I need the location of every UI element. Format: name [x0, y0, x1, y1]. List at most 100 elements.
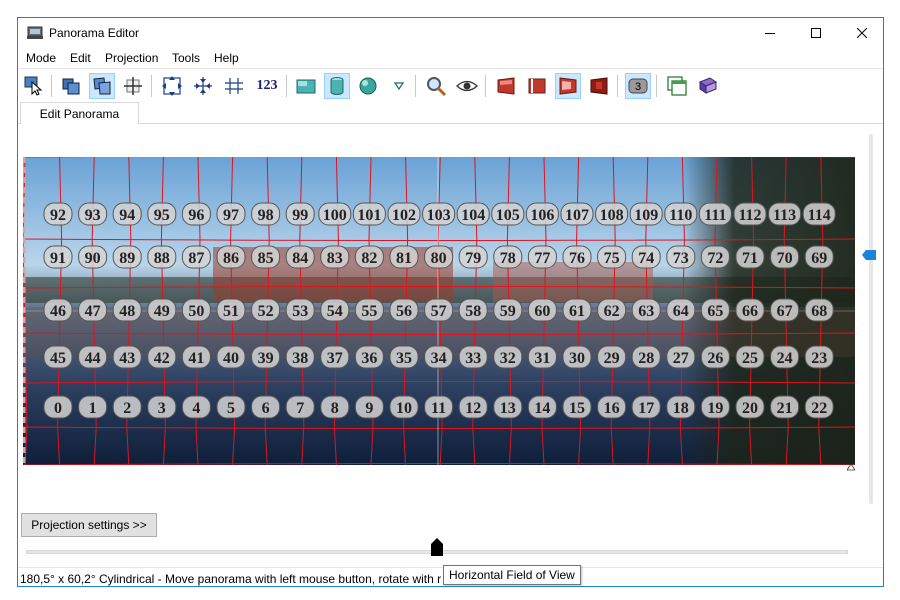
tile-number-badge[interactable]: 56: [389, 298, 419, 322]
tile-number-badge[interactable]: 8: [320, 395, 350, 419]
tile-number-badge[interactable]: 77: [527, 245, 557, 269]
tile-number-badge[interactable]: 39: [251, 345, 281, 369]
tile-number-badge[interactable]: 46: [43, 298, 73, 322]
tile-number-badge[interactable]: 84: [285, 245, 315, 269]
tile-number-badge[interactable]: 51: [216, 298, 246, 322]
tile-number-badge[interactable]: 65: [700, 298, 730, 322]
overlap-count-button[interactable]: 3: [625, 73, 651, 99]
crosshair-tool-button[interactable]: [120, 73, 146, 99]
spherical-projection-button[interactable]: [355, 73, 381, 99]
tile-number-badge[interactable]: 97: [216, 202, 246, 226]
tile-number-badge[interactable]: 32: [493, 345, 523, 369]
tile-number-badge[interactable]: 99: [285, 202, 315, 226]
tile-number-badge[interactable]: 3: [147, 395, 177, 419]
tab-edit-panorama[interactable]: Edit Panorama: [20, 102, 139, 125]
tile-number-badge[interactable]: 105: [491, 202, 525, 226]
tile-number-badge[interactable]: 113: [768, 202, 802, 226]
tile-number-badge[interactable]: 66: [735, 298, 765, 322]
tile-number-badge[interactable]: 82: [354, 245, 384, 269]
tile-number-badge[interactable]: 12: [458, 395, 488, 419]
tile-number-badge[interactable]: 43: [112, 345, 142, 369]
fit-button[interactable]: [159, 73, 185, 99]
fov-slider-thumb[interactable]: [431, 538, 443, 556]
tile-number-badge[interactable]: 108: [595, 202, 629, 226]
tile-number-badge[interactable]: 110: [664, 202, 698, 226]
tile-number-badge[interactable]: 68: [804, 298, 834, 322]
tile-number-badge[interactable]: 87: [181, 245, 211, 269]
tile-number-badge[interactable]: 81: [389, 245, 419, 269]
tile-number-badge[interactable]: 47: [78, 298, 108, 322]
maximize-button[interactable]: [793, 18, 839, 48]
show-numbers-button[interactable]: 123: [252, 73, 282, 99]
tile-number-badge[interactable]: 40: [216, 345, 246, 369]
tile-number-badge[interactable]: 91: [43, 245, 73, 269]
window-button[interactable]: [664, 73, 690, 99]
center-button[interactable]: [190, 73, 216, 99]
tile-number-badge[interactable]: 25: [735, 345, 765, 369]
tile-number-badge[interactable]: 9: [354, 395, 384, 419]
tile-number-badge[interactable]: 103: [422, 202, 456, 226]
tile-number-badge[interactable]: 41: [181, 345, 211, 369]
menu-tools[interactable]: Tools: [172, 51, 200, 65]
tile-number-badge[interactable]: 37: [320, 345, 350, 369]
menu-edit[interactable]: Edit: [70, 51, 91, 65]
tile-number-badge[interactable]: 63: [631, 298, 661, 322]
tile-number-badge[interactable]: 17: [631, 395, 661, 419]
minimize-button[interactable]: [747, 18, 793, 48]
tile-number-badge[interactable]: 23: [804, 345, 834, 369]
projection-settings-button[interactable]: Projection settings >>: [21, 513, 157, 537]
frame-button-3[interactable]: [555, 73, 581, 99]
tile-number-badge[interactable]: 69: [804, 245, 834, 269]
preview-button[interactable]: [454, 73, 480, 99]
rectilinear-projection-button[interactable]: [293, 73, 319, 99]
tile-number-badge[interactable]: 33: [458, 345, 488, 369]
tile-number-badge[interactable]: 73: [666, 245, 696, 269]
tile-number-badge[interactable]: 89: [112, 245, 142, 269]
cylindrical-projection-button[interactable]: [324, 73, 350, 99]
tile-number-badge[interactable]: 44: [78, 345, 108, 369]
frame-button-1[interactable]: [493, 73, 519, 99]
tile-number-badge[interactable]: 49: [147, 298, 177, 322]
tile-number-badge[interactable]: 18: [666, 395, 696, 419]
tile-number-badge[interactable]: 76: [562, 245, 592, 269]
tile-number-badge[interactable]: 22: [804, 395, 834, 419]
tile-number-badge[interactable]: 95: [147, 202, 177, 226]
tile-number-badge[interactable]: 78: [493, 245, 523, 269]
tile-number-badge[interactable]: 10: [389, 395, 419, 419]
tile-number-badge[interactable]: 13: [493, 395, 523, 419]
tile-number-badge[interactable]: 59: [493, 298, 523, 322]
book-button[interactable]: [695, 73, 721, 99]
menu-mode[interactable]: Mode: [26, 51, 56, 65]
tile-number-badge[interactable]: 35: [389, 345, 419, 369]
tile-number-badge[interactable]: 74: [631, 245, 661, 269]
frame-button-4[interactable]: [586, 73, 612, 99]
tile-number-badge[interactable]: 16: [597, 395, 627, 419]
tile-number-badge[interactable]: 106: [525, 202, 559, 226]
tile-number-badge[interactable]: 15: [562, 395, 592, 419]
tile-number-badge[interactable]: 88: [147, 245, 177, 269]
straighten-button[interactable]: [221, 73, 247, 99]
projection-dropdown-button[interactable]: [386, 73, 412, 99]
tile-number-badge[interactable]: 71: [735, 245, 765, 269]
tile-number-badge[interactable]: 107: [560, 202, 594, 226]
tile-number-badge[interactable]: 14: [527, 395, 557, 419]
tile-number-badge[interactable]: 20: [735, 395, 765, 419]
images-tool-button[interactable]: [58, 73, 84, 99]
tile-number-badge[interactable]: 94: [112, 202, 142, 226]
tile-number-badge[interactable]: 92: [43, 202, 73, 226]
tile-number-badge[interactable]: 102: [387, 202, 421, 226]
tile-number-badge[interactable]: 75: [597, 245, 627, 269]
tile-number-badge[interactable]: 5: [216, 395, 246, 419]
tile-number-badge[interactable]: 62: [597, 298, 627, 322]
close-button[interactable]: [839, 18, 883, 48]
tile-number-badge[interactable]: 83: [320, 245, 350, 269]
tile-number-badge[interactable]: 72: [700, 245, 730, 269]
vertical-slider-track[interactable]: [869, 134, 873, 504]
tile-number-badge[interactable]: 48: [112, 298, 142, 322]
tile-number-badge[interactable]: 90: [78, 245, 108, 269]
tile-number-badge[interactable]: 58: [458, 298, 488, 322]
tile-number-badge[interactable]: 42: [147, 345, 177, 369]
tile-number-badge[interactable]: 55: [354, 298, 384, 322]
panorama-image[interactable]: 92 93 94 95 96 97 98 99 100 101 102 103 104 105 106 107…: [23, 157, 855, 465]
vertical-slider-handle[interactable]: [862, 250, 876, 260]
